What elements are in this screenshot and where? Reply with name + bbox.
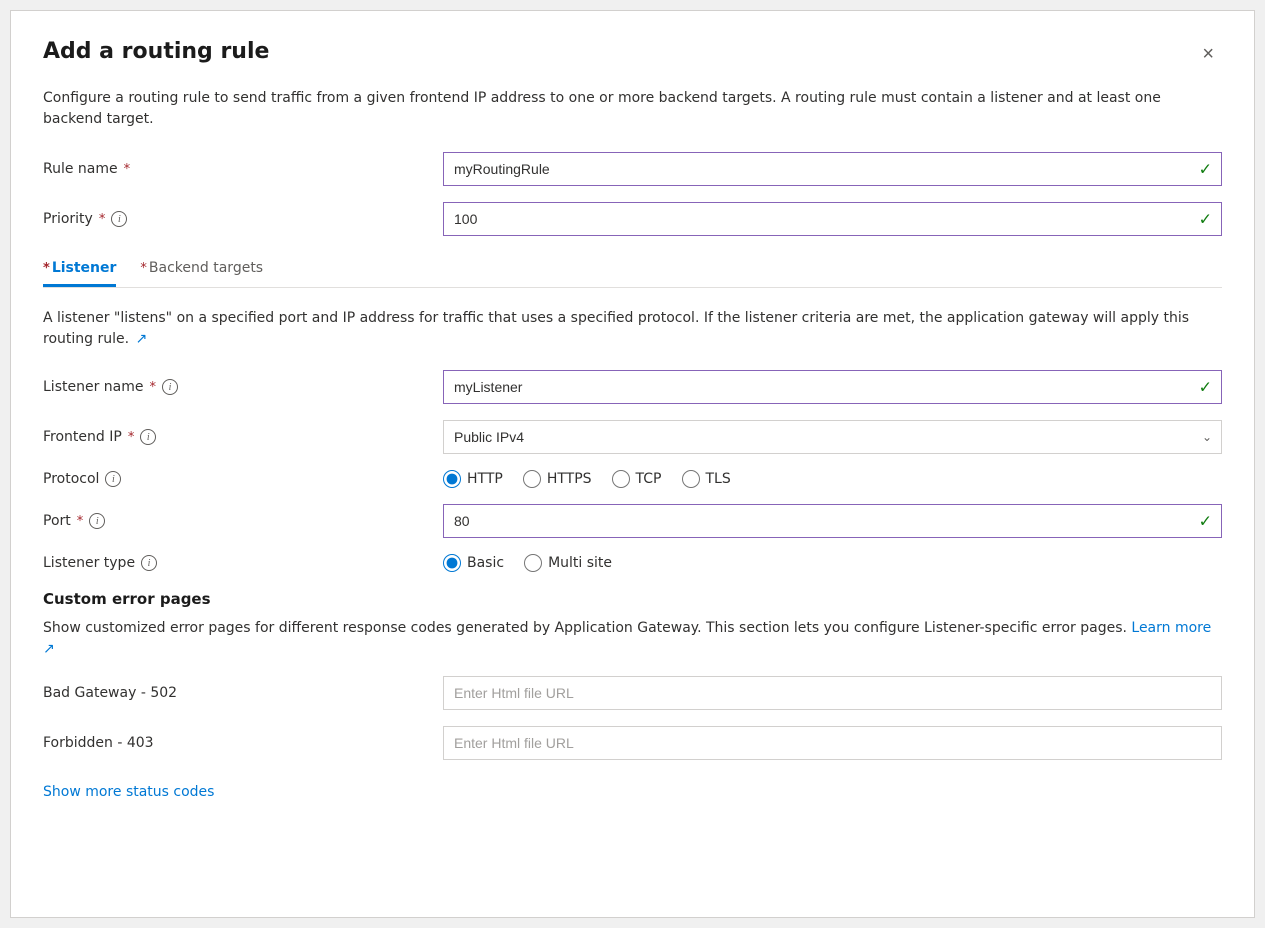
tabs-container: *Listener *Backend targets [43,252,1222,288]
learn-more-external-icon: ↗ [43,641,55,657]
listener-name-required: * [149,380,156,395]
port-info-icon: i [89,513,105,529]
listener-name-check-icon: ✓ [1199,378,1212,397]
frontend-ip-info-icon: i [140,429,156,445]
listener-tab-content: A listener "listens" on a specified port… [43,288,1222,800]
listener-type-multisite-option[interactable]: Multi site [524,554,612,572]
show-more-status-codes-link[interactable]: Show more status codes [43,784,214,800]
protocol-tls-label: TLS [706,471,731,487]
dialog-description: Configure a routing rule to send traffic… [43,88,1222,130]
rule-name-row: Rule name * ✓ [43,152,1222,186]
port-required: * [77,514,84,529]
listener-type-basic-option[interactable]: Basic [443,554,504,572]
tab-listener[interactable]: *Listener [43,252,116,287]
rule-name-check-icon: ✓ [1199,160,1212,179]
protocol-tcp-radio[interactable] [612,470,630,488]
frontend-ip-select[interactable]: Public IPv4 Private IPv4 [443,420,1222,454]
listener-type-basic-radio[interactable] [443,554,461,572]
port-input[interactable] [443,504,1222,538]
rule-name-label: Rule name * [43,161,443,177]
rule-name-required: * [124,162,131,177]
dialog-title: Add a routing rule [43,39,269,64]
priority-label: Priority * i [43,211,443,227]
rule-name-input-wrapper: ✓ [443,152,1222,186]
frontend-ip-label: Frontend IP * i [43,429,443,445]
protocol-https-option[interactable]: HTTPS [523,470,592,488]
frontend-ip-select-wrapper: Public IPv4 Private IPv4 ⌄ [443,420,1222,454]
protocol-row: Protocol i HTTP HTTPS TCP TLS [43,470,1222,488]
listener-type-radio-group: Basic Multi site [443,554,1222,572]
listener-name-info-icon: i [162,379,178,395]
port-row: Port * i ✓ [43,504,1222,538]
priority-row: Priority * i ✓ [43,202,1222,236]
forbidden-row: Forbidden - 403 [43,726,1222,760]
port-label: Port * i [43,513,443,529]
listener-name-label: Listener name * i [43,379,443,395]
bad-gateway-input-wrapper [443,676,1222,710]
priority-input-wrapper: ✓ [443,202,1222,236]
listener-type-label: Listener type i [43,555,443,571]
forbidden-input-wrapper [443,726,1222,760]
protocol-label: Protocol i [43,471,443,487]
custom-error-pages-section: Custom error pages Show customized error… [43,590,1222,800]
priority-info-icon: i [111,211,127,227]
bad-gateway-label: Bad Gateway - 502 [43,685,443,701]
protocol-http-radio[interactable] [443,470,461,488]
protocol-tls-radio[interactable] [682,470,700,488]
listener-type-multisite-label: Multi site [548,555,612,571]
listener-type-basic-label: Basic [467,555,504,571]
forbidden-label: Forbidden - 403 [43,735,443,751]
custom-error-pages-title: Custom error pages [43,590,1222,608]
listener-description: A listener "listens" on a specified port… [43,308,1222,350]
protocol-http-label: HTTP [467,471,503,487]
bad-gateway-input[interactable] [443,676,1222,710]
listener-name-input[interactable] [443,370,1222,404]
frontend-ip-row: Frontend IP * i Public IPv4 Private IPv4… [43,420,1222,454]
port-input-wrapper: ✓ [443,504,1222,538]
listener-type-info-icon: i [141,555,157,571]
rule-name-input[interactable] [443,152,1222,186]
protocol-radio-group: HTTP HTTPS TCP TLS [443,470,1222,488]
dialog-header: Add a routing rule × [43,39,1222,70]
protocol-tcp-label: TCP [636,471,662,487]
dialog-container: Add a routing rule × Configure a routing… [10,10,1255,918]
listener-name-row: Listener name * i ✓ [43,370,1222,404]
forbidden-input[interactable] [443,726,1222,760]
protocol-http-option[interactable]: HTTP [443,470,503,488]
protocol-tcp-option[interactable]: TCP [612,470,662,488]
frontend-ip-required: * [128,430,135,445]
port-check-icon: ✓ [1199,512,1212,531]
tab-backend-targets[interactable]: *Backend targets [140,252,263,287]
listener-external-link[interactable]: ↗ [136,329,148,350]
priority-required: * [99,212,106,227]
protocol-https-radio[interactable] [523,470,541,488]
custom-error-pages-description: Show customized error pages for differen… [43,618,1222,660]
protocol-https-label: HTTPS [547,471,592,487]
listener-type-row: Listener type i Basic Multi site [43,554,1222,572]
priority-check-icon: ✓ [1199,210,1212,229]
bad-gateway-row: Bad Gateway - 502 [43,676,1222,710]
close-button[interactable]: × [1194,39,1222,70]
listener-type-multisite-radio[interactable] [524,554,542,572]
priority-input[interactable] [443,202,1222,236]
protocol-tls-option[interactable]: TLS [682,470,731,488]
protocol-info-icon: i [105,471,121,487]
listener-name-input-wrapper: ✓ [443,370,1222,404]
